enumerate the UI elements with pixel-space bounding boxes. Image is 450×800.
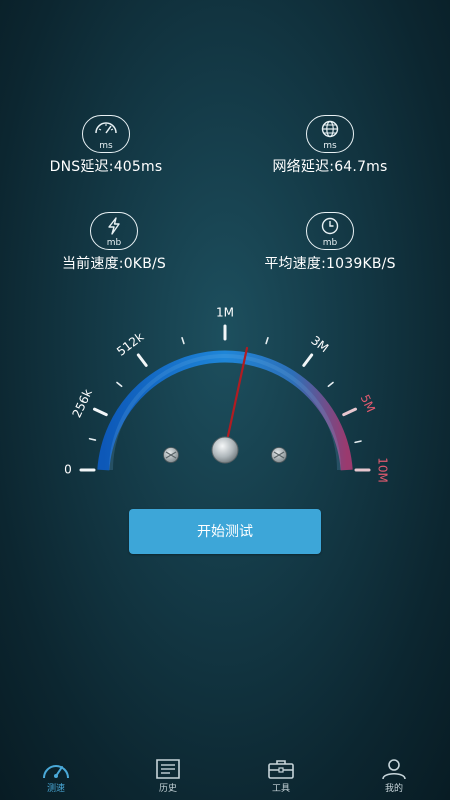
gauge-major-tick bbox=[342, 407, 358, 417]
average-speed-stat: mb 平均速度:1039KB/S bbox=[230, 212, 430, 273]
bottom-tab-bar: 测速 历史 工具 我的 bbox=[0, 752, 450, 800]
network-unit: ms bbox=[323, 141, 337, 151]
gauge-label: 256k bbox=[70, 387, 95, 420]
current-badge: mb bbox=[90, 212, 138, 250]
right-screw-icon bbox=[271, 447, 287, 463]
current-unit: mb bbox=[106, 238, 122, 248]
gauge-major-tick bbox=[302, 353, 314, 367]
current-speed-stat: mb 当前速度:0KB/S bbox=[14, 212, 214, 273]
average-unit: mb bbox=[322, 238, 338, 248]
gauge-minor-tick bbox=[116, 381, 123, 388]
document-icon bbox=[156, 759, 180, 779]
gauge-major-tick bbox=[92, 407, 108, 417]
start-test-button[interactable]: 开始测试 bbox=[129, 509, 321, 554]
user-icon bbox=[382, 759, 406, 780]
gauge-minor-tick bbox=[354, 440, 362, 444]
gauge-label: 0 bbox=[64, 463, 72, 477]
tab-profile-label: 我的 bbox=[384, 784, 403, 794]
tab-history[interactable]: 历史 bbox=[138, 758, 198, 794]
left-screw-icon bbox=[163, 447, 179, 463]
current-speed-value: 当前速度:0KB/S bbox=[61, 256, 166, 272]
gauge-major-tick bbox=[136, 353, 148, 367]
gauge-hub bbox=[211, 436, 239, 464]
speed-gauge: 0 256k 512k 1M 3M 5M 10M bbox=[64, 306, 390, 483]
network-latency-value: 网络延迟:64.7ms bbox=[272, 159, 388, 175]
gauge-minor-tick bbox=[327, 381, 334, 388]
network-badge: ms bbox=[306, 115, 354, 153]
tab-profile[interactable]: 我的 bbox=[364, 758, 424, 794]
gauge-minor-tick bbox=[181, 337, 185, 345]
network-latency-stat: ms 网络延迟:64.7ms bbox=[230, 115, 430, 176]
dns-unit: ms bbox=[99, 141, 113, 151]
toolbox-icon bbox=[268, 760, 294, 779]
gauge-minor-tick bbox=[265, 337, 269, 345]
gauge-label: 1M bbox=[216, 306, 234, 320]
tab-speed-test[interactable]: 测速 bbox=[26, 758, 86, 794]
average-badge: mb bbox=[306, 212, 354, 250]
lightning-icon bbox=[108, 217, 120, 235]
gauge-needle bbox=[223, 346, 249, 452]
tab-tools-label: 工具 bbox=[271, 784, 290, 794]
gauge-label: 5M bbox=[358, 392, 378, 414]
gauge-label: 3M bbox=[308, 333, 331, 355]
tab-speed-test-label: 测速 bbox=[46, 784, 65, 794]
tab-tools[interactable]: 工具 bbox=[251, 758, 311, 794]
average-speed-value: 平均速度:1039KB/S bbox=[264, 256, 396, 272]
gauge-label: 10M bbox=[376, 457, 390, 483]
globe-icon bbox=[321, 120, 339, 138]
gauge-icon bbox=[95, 122, 117, 134]
clock-icon bbox=[321, 217, 339, 235]
speedometer-icon bbox=[43, 765, 69, 779]
gauge-minor-tick bbox=[88, 437, 97, 441]
dns-latency-stat: ms DNS延迟:405ms bbox=[6, 115, 206, 176]
gauge-label: 512k bbox=[114, 330, 146, 359]
dns-latency-value: DNS延迟:405ms bbox=[49, 159, 163, 175]
dns-badge: ms bbox=[82, 115, 130, 153]
tab-history-label: 历史 bbox=[158, 784, 177, 794]
